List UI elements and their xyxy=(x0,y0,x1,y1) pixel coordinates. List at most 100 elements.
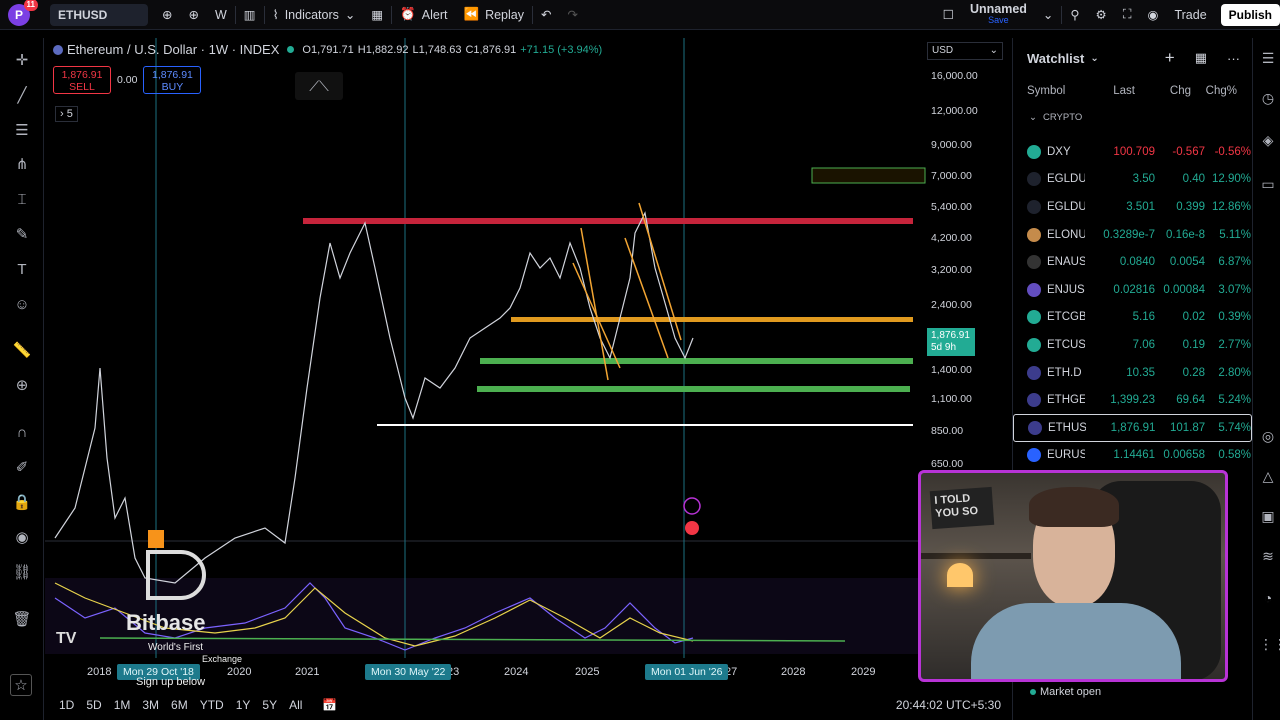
eye-icon[interactable]: ◉ xyxy=(12,527,32,547)
zoom-in-icon[interactable]: ⊕ xyxy=(12,375,32,395)
top-toolbar: P 11 ETHUSD ⊕ ⊕ W ▥ ⌇ Indicators ⌄ ▦ ⏰ Aler… xyxy=(0,0,1280,30)
watchlist-row[interactable]: ENJUS 0.02816 0.00084 3.07% xyxy=(1013,276,1252,304)
watchlist-row[interactable]: ETCUS 7.06 0.19 2.77% xyxy=(1013,331,1252,359)
favorites-star-icon[interactable]: ☆ xyxy=(10,674,32,696)
trendline-icon[interactable]: ╱ xyxy=(12,85,32,105)
row-change: 0.19 xyxy=(1182,338,1205,351)
more-options-icon[interactable]: ··· xyxy=(1227,51,1240,66)
utc-clock[interactable]: 20:44:02 UTC+5:30 xyxy=(896,698,1001,712)
range-3m[interactable]: 3M xyxy=(136,698,165,712)
lock-icon[interactable]: 🔒 xyxy=(12,492,32,512)
chevron-down-icon[interactable]: ⌄ xyxy=(1035,0,1061,30)
undo-icon[interactable]: ↶ xyxy=(533,0,559,30)
watchlist-title[interactable]: Watchlist xyxy=(1027,51,1084,66)
replay-button[interactable]: ⏪ Replay xyxy=(455,0,532,30)
chevron-down-icon[interactable]: ⌄ xyxy=(1090,53,1098,64)
watchlist-row[interactable]: EURUS 1.14461 0.00658 0.58% xyxy=(1013,442,1252,470)
y-tick-label: 2,400.00 xyxy=(931,299,972,311)
row-last: 7.06 xyxy=(1132,338,1155,351)
layers-icon[interactable]: ◈ xyxy=(1259,132,1277,150)
link-icon[interactable]: ⛓ xyxy=(12,562,32,582)
watchlist-row[interactable]: EGLDU 3.501 0.399 12.86% xyxy=(1013,193,1252,221)
row-symbol: ENAUS xyxy=(1047,256,1085,269)
camera-icon[interactable]: ◉ xyxy=(1140,0,1167,30)
chat-icon[interactable]: ▭ xyxy=(1259,176,1277,194)
sell-button[interactable]: 1,876.91 SELL xyxy=(53,66,111,94)
watchlist-row[interactable]: EGLDU 3.50 0.40 12.90% xyxy=(1013,166,1252,194)
support-zone-upper xyxy=(480,358,913,364)
add-symbol-icon[interactable]: + xyxy=(1165,48,1175,68)
user-avatar[interactable]: P 11 xyxy=(8,0,38,26)
layout-checkbox-icon[interactable]: ☐ xyxy=(935,0,962,30)
range-ytd[interactable]: YTD xyxy=(194,698,230,712)
templates-icon[interactable]: ▦ xyxy=(363,0,391,30)
watermark-cta: Sign up below xyxy=(136,676,206,688)
drawing-float-toolbar[interactable]: ⟋⟍ xyxy=(295,72,343,100)
brush-icon[interactable]: ✎ xyxy=(12,224,32,244)
ruler-icon[interactable]: 📏 xyxy=(12,340,32,360)
alarm-icon: ⏰ xyxy=(400,7,416,21)
triangle-icon[interactable]: △ xyxy=(1259,468,1277,486)
row-change-percent: 2.77% xyxy=(1218,338,1251,351)
emoji-icon[interactable]: ☺ xyxy=(12,294,32,314)
watchlist-row[interactable]: ELONU 0.3289e-7 0.16e-8 5.11% xyxy=(1013,221,1252,249)
publish-button[interactable]: Publish xyxy=(1220,3,1280,26)
fib-icon[interactable]: ⌶ xyxy=(12,189,32,209)
row-last: 3.501 xyxy=(1126,200,1155,213)
egld-icon xyxy=(1027,199,1041,214)
watchlist-row[interactable]: ENAUS 0.0840 0.0054 6.87% xyxy=(1013,248,1252,276)
row-change-percent: 5.24% xyxy=(1218,394,1251,407)
section-header-crypto[interactable]: ⌄ CRYPTO xyxy=(1013,106,1252,128)
magnet-icon[interactable]: ∩ xyxy=(12,422,32,442)
advanced-view-icon[interactable]: ▦ xyxy=(1195,50,1207,66)
watchlist-icon[interactable]: ☰ xyxy=(1259,50,1277,68)
quick-search-icon[interactable]: ⚲ xyxy=(1062,0,1087,30)
target-icon[interactable]: ◎ xyxy=(1259,428,1277,446)
y-tick-label: 4,200.00 xyxy=(931,232,972,244)
trash-icon[interactable]: 🗑 xyxy=(12,609,32,629)
notifications-icon[interactable]: ◔ xyxy=(1259,590,1277,608)
redo-icon[interactable]: ↷ xyxy=(559,0,585,30)
event-flag-icon[interactable] xyxy=(685,521,699,535)
crosshair-icon[interactable]: ✛ xyxy=(12,50,32,70)
currency-select[interactable]: USD ⌄ xyxy=(927,42,1003,60)
range-1d[interactable]: 1D xyxy=(53,698,80,712)
horizontal-lines-icon[interactable]: ☰ xyxy=(12,120,32,140)
interval-button[interactable]: W xyxy=(207,0,235,30)
date-range-calendar-icon[interactable]: 📅 xyxy=(316,698,343,712)
etc-icon xyxy=(1027,337,1041,352)
pencil-lock-icon[interactable]: ✐ xyxy=(12,457,32,477)
trade-button[interactable]: Trade xyxy=(1166,0,1214,30)
range-5y[interactable]: 5Y xyxy=(256,698,283,712)
watchlist-row[interactable]: ETH.D 10.35 0.28 2.80% xyxy=(1013,359,1252,387)
alert-button[interactable]: ⏰ Alert xyxy=(392,0,455,30)
range-all[interactable]: All xyxy=(283,698,308,712)
broadcast-icon[interactable]: ≋ xyxy=(1259,548,1277,566)
range-6m[interactable]: 6M xyxy=(165,698,194,712)
symbol-search[interactable]: ETHUSD xyxy=(50,3,148,26)
settings-gear-icon[interactable]: ⚙ xyxy=(1088,0,1115,30)
watchlist-row[interactable]: ETHUS 1,876.91 101.87 5.74% xyxy=(1013,413,1252,442)
apps-grid-icon[interactable]: ⋮⋮ xyxy=(1259,636,1280,654)
layout-name[interactable]: Unnamed Save xyxy=(962,0,1035,30)
watchlist-row[interactable]: ETCGB 5.16 0.02 0.39% xyxy=(1013,304,1252,332)
range-1y[interactable]: 1Y xyxy=(230,698,257,712)
pitchfork-icon[interactable]: ⋔ xyxy=(12,154,32,174)
text-icon[interactable]: T xyxy=(12,259,32,279)
alerts-clock-icon[interactable]: ◷ xyxy=(1259,90,1277,108)
watchlist-row[interactable]: ETHGE 1,399.23 69.64 5.24% xyxy=(1013,386,1252,414)
calendar-icon[interactable]: ▣ xyxy=(1259,508,1277,526)
compare-icon[interactable]: ⊕ xyxy=(154,0,180,30)
buy-button[interactable]: 1,876.91 BUY xyxy=(143,66,202,94)
range-5d[interactable]: 5D xyxy=(80,698,107,712)
indicators-button[interactable]: ⌇ Indicators ⌄ xyxy=(265,0,364,30)
indicator-toggle[interactable]: › 5 xyxy=(55,106,78,122)
fullscreen-icon[interactable]: ⛶ xyxy=(1115,0,1140,30)
row-symbol: DXY xyxy=(1047,145,1071,158)
legend-low: L1,748.63 xyxy=(412,43,462,56)
watchlist-row[interactable]: DXY 100.709 -0.567 -0.56% xyxy=(1013,138,1252,166)
add-symbol-button[interactable]: ⊕ xyxy=(180,0,206,30)
chart-type-icon[interactable]: ▥ xyxy=(236,0,264,30)
range-1m[interactable]: 1M xyxy=(108,698,137,712)
event-lightning-icon[interactable] xyxy=(683,497,701,515)
